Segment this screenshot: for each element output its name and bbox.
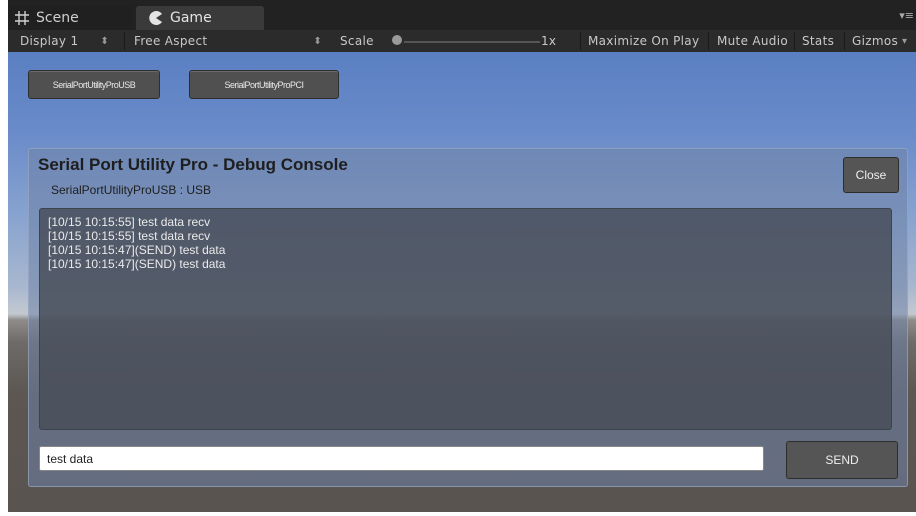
tab-scene-label: Scene (36, 10, 79, 26)
scale-slider-track[interactable] (404, 41, 540, 43)
stats-toggle[interactable]: Stats (802, 30, 834, 52)
send-button[interactable]: SEND (786, 441, 898, 479)
serial-usb-button[interactable]: SerialPortUtilityProUSB (28, 70, 160, 99)
divider (794, 32, 795, 50)
debug-console-panel: Serial Port Utility Pro - Debug Console … (28, 148, 908, 487)
scale-label: Scale (340, 34, 374, 48)
log-line: [10/15 10:15:47](SEND) test data (48, 243, 226, 257)
gizmos-dropdown[interactable]: Gizmos ▾ (852, 30, 907, 52)
console-subtitle: SerialPortUtilityProUSB : USB (51, 183, 212, 197)
dropdown-arrow-icon: ⬍ (313, 35, 323, 47)
divider (580, 32, 581, 50)
close-button[interactable]: Close (843, 157, 899, 193)
aspect-dropdown[interactable]: Free Aspect ⬍ (134, 30, 322, 52)
scale-value: 1x (541, 34, 557, 48)
display-label: Display 1 (20, 34, 79, 48)
display-dropdown[interactable]: Display 1 ⬍ (20, 30, 109, 52)
serial-pci-button[interactable]: SerialPortUtilityProPCI (189, 70, 339, 99)
log-line: [10/15 10:15:55] test data recv (48, 215, 211, 229)
tab-game[interactable]: Game (136, 6, 264, 30)
tab-menu-icon[interactable]: ▾≡ (899, 9, 914, 22)
send-text-input[interactable]: test data (39, 446, 764, 471)
mute-audio-toggle[interactable]: Mute Audio (717, 30, 788, 52)
dropdown-arrow-icon: ▾ (902, 35, 908, 47)
tab-scene[interactable]: Scene (8, 6, 132, 30)
scale-slider-thumb[interactable] (392, 35, 402, 45)
divider (844, 32, 845, 50)
maximize-on-play-toggle[interactable]: Maximize On Play (588, 30, 699, 52)
tab-game-label: Game (170, 10, 212, 26)
pacman-icon (148, 10, 164, 26)
gizmos-label: Gizmos (852, 34, 899, 48)
game-view: SerialPortUtilityProUSB SerialPortUtilit… (8, 52, 916, 512)
divider (708, 32, 709, 50)
grid-icon (14, 10, 30, 26)
log-line: [10/15 10:15:47](SEND) test data (48, 257, 226, 271)
console-title: Serial Port Utility Pro - Debug Console (38, 155, 348, 174)
dropdown-arrow-icon: ⬍ (100, 35, 110, 47)
divider (124, 32, 125, 50)
game-toolbar: Display 1 ⬍ Free Aspect ⬍ Scale 1x Maxim… (8, 30, 916, 52)
aspect-label: Free Aspect (134, 34, 208, 48)
log-line: [10/15 10:15:55] test data recv (48, 229, 211, 243)
log-area[interactable]: [10/15 10:15:55] test data recv [10/15 1… (39, 208, 892, 430)
